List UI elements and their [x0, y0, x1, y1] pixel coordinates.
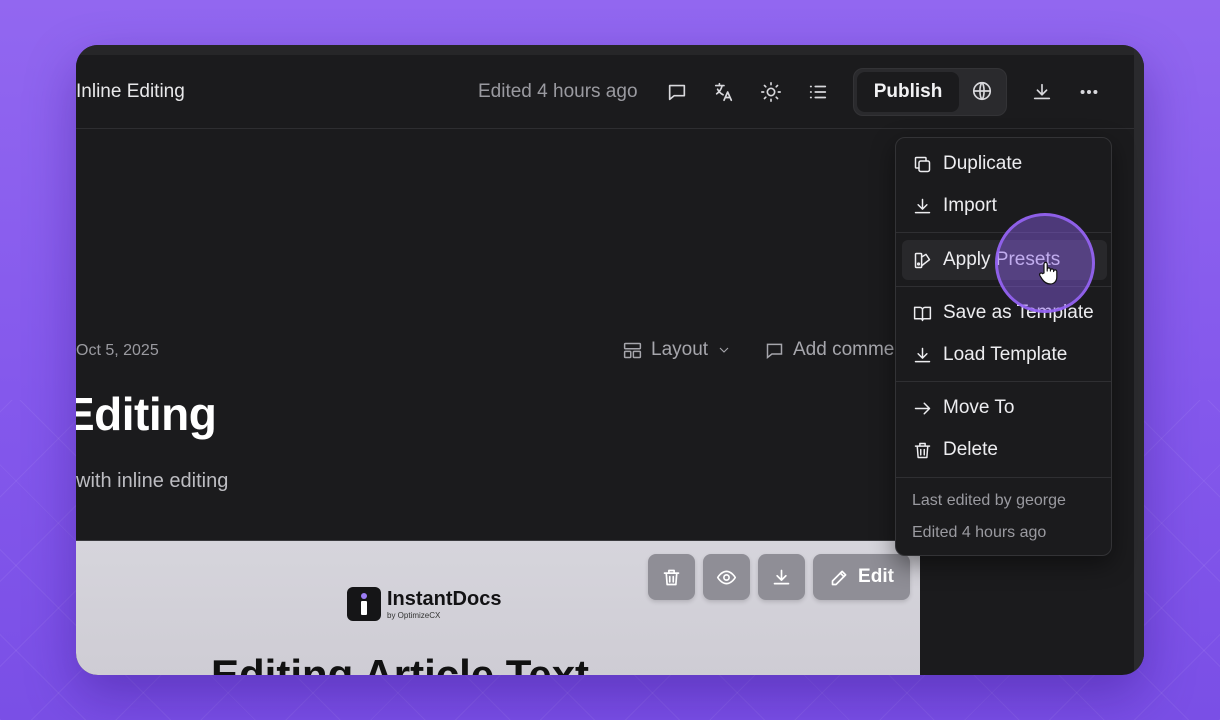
publish-button[interactable]: Publish: [857, 72, 959, 112]
download-icon[interactable]: [1030, 80, 1054, 104]
menu-divider: [896, 381, 1111, 382]
delete-button[interactable]: [648, 554, 695, 600]
comment-icon[interactable]: [665, 80, 689, 104]
menu-item-label: Delete: [943, 439, 998, 460]
edit-button[interactable]: Edit: [813, 554, 910, 600]
preview-heading: Editing Article Text: [211, 651, 590, 675]
hand-cursor-icon: [1039, 261, 1058, 285]
sun-icon[interactable]: [759, 80, 783, 104]
eye-icon: [716, 570, 737, 584]
edited-status: Edited 4 hours ago: [478, 81, 638, 102]
menu-item-duplicate[interactable]: Duplicate: [902, 144, 1107, 184]
add-comment-label: Add comme: [793, 339, 895, 360]
page-title[interactable]: Editing: [76, 387, 217, 441]
download-icon: [773, 569, 790, 584]
add-comment-button[interactable]: Add comme: [764, 339, 894, 361]
document-title: Inline Editing: [76, 81, 185, 102]
menu-item-delete[interactable]: Delete: [902, 430, 1107, 470]
comment-icon: [766, 343, 783, 359]
article-preview: InstantDocs by OptimizeCX Editing Articl…: [76, 540, 920, 675]
preview-button[interactable]: [703, 554, 750, 600]
trash-icon: [914, 442, 931, 458]
trash-icon: [663, 569, 680, 585]
menu-divider: [896, 477, 1111, 478]
menu-item-move-to[interactable]: Move To: [902, 388, 1107, 428]
copy-icon: [914, 156, 931, 172]
instantdocs-logo: InstantDocs by OptimizeCX: [347, 587, 501, 621]
menu-item-label: Duplicate: [943, 153, 1023, 174]
edit-icon: [831, 570, 847, 585]
publish-group: Publish: [853, 68, 1007, 116]
menu-item-label: Load Template: [943, 344, 1068, 365]
last-edited-by: Last edited by george: [912, 492, 1066, 509]
more-icon[interactable]: [1077, 80, 1101, 104]
window-top-strip: [76, 45, 1144, 55]
swatch-icon: [914, 252, 931, 268]
window-right-edge: [1134, 45, 1144, 675]
page-subtitle[interactable]: with inline editing: [76, 470, 228, 493]
menu-item-label: Move To: [943, 397, 1015, 418]
download-button[interactable]: [758, 554, 805, 600]
download-icon: [914, 198, 931, 213]
logo-name: InstantDocs: [387, 587, 502, 610]
chevron-down-icon: [719, 347, 729, 353]
layout-label: Layout: [651, 339, 709, 360]
book-icon: [913, 306, 932, 321]
menu-item-load-template[interactable]: Load Template: [902, 335, 1107, 375]
logo-subtext: by OptimizeCX: [387, 610, 441, 620]
download-icon: [914, 347, 931, 362]
app-window: Inline Editing Edited 4 hours ago Publis…: [76, 45, 1144, 675]
top-toolbar: Inline Editing Edited 4 hours ago Publis…: [76, 55, 1134, 129]
translate-icon[interactable]: [712, 80, 736, 104]
layout-dropdown[interactable]: Layout: [622, 339, 732, 361]
more-options-menu: Duplicate Import Apply Presets Save as T…: [895, 137, 1112, 556]
logo-mark-icon: [347, 587, 381, 621]
last-edited-time: Edited 4 hours ago: [912, 524, 1047, 541]
list-icon[interactable]: [806, 80, 830, 104]
layout-icon: [623, 342, 642, 358]
globe-icon[interactable]: [971, 80, 995, 104]
menu-item-label: Import: [943, 195, 997, 216]
menu-item-import[interactable]: Import: [902, 186, 1107, 226]
edit-label: Edit: [858, 566, 894, 587]
arrow-right-icon: [914, 402, 931, 414]
publish-date: Oct 5, 2025: [76, 342, 159, 359]
